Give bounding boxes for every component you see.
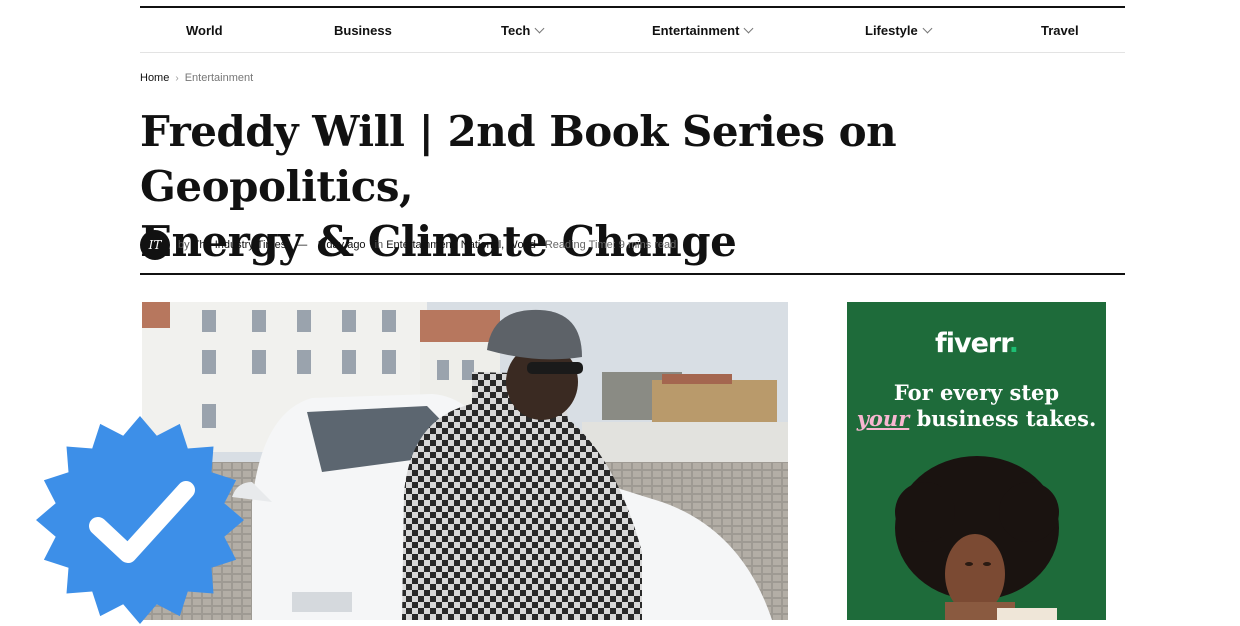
nav-item-business[interactable]: Business [334, 8, 392, 52]
nav-item-label: Travel [1041, 22, 1079, 38]
nav-item-label: Tech [501, 22, 531, 38]
nav-item-label: Business [334, 22, 392, 38]
ad-headline: For every step your business takes. [847, 380, 1106, 432]
meta-by: by [178, 239, 190, 251]
category-link-national[interactable]: National [461, 239, 501, 251]
nav-item-lifestyle[interactable]: Lifestyle [865, 8, 933, 52]
breadcrumb: Home › Entertainment [140, 72, 253, 84]
reading-time: Reading Time: 9 mins read [544, 239, 677, 251]
article-title-line-1: Freddy Will | 2nd Book Series on Geopoli… [140, 107, 897, 211]
nav-item-label: Entertainment [652, 22, 740, 38]
breadcrumb-current[interactable]: Entertainment [185, 72, 253, 84]
fiverr-ad[interactable]: fiverr. For every step your business tak… [847, 302, 1106, 620]
author-avatar[interactable]: IT [140, 230, 170, 260]
category-link-world[interactable]: World [507, 239, 536, 251]
nav-item-label: Lifestyle [865, 22, 918, 38]
nav-item-travel[interactable]: Travel [1041, 8, 1079, 52]
meta-dash: — [296, 239, 308, 251]
nav-item-world[interactable]: World [186, 8, 223, 52]
nav-item-entertainment[interactable]: Entertainment [652, 8, 754, 52]
chevron-down-icon [534, 23, 545, 33]
publish-date: 1 day ago [317, 239, 366, 251]
title-divider [140, 273, 1125, 275]
meta-in: in [374, 239, 384, 251]
ad-headline-line-2: business takes. [916, 406, 1097, 431]
category-link-entertainment[interactable]: Entertainment [386, 239, 454, 251]
fiverr-logo-dot: . [1008, 328, 1019, 359]
chevron-down-icon [922, 23, 933, 33]
chevron-down-icon [743, 23, 754, 33]
nav-item-label: World [186, 22, 223, 38]
ad-headline-line-1: For every step [893, 380, 1060, 405]
nav-item-tech[interactable]: Tech [501, 8, 545, 52]
ad-headline-accent: your [856, 406, 910, 431]
breadcrumb-separator: › [175, 72, 179, 84]
fiverr-logo-text: fiverr [935, 328, 1010, 359]
fiverr-logo: fiverr. [847, 328, 1106, 359]
article-meta: IT by The Industry Times — 1 day ago in … [140, 230, 676, 260]
main-nav: World Business Tech Entertainment Lifest… [140, 6, 1125, 53]
avatar-initials: IT [148, 238, 162, 252]
breadcrumb-home-link[interactable]: Home [140, 72, 169, 84]
verified-badge-icon [36, 416, 244, 624]
author-link[interactable]: The Industry Times [193, 239, 287, 251]
